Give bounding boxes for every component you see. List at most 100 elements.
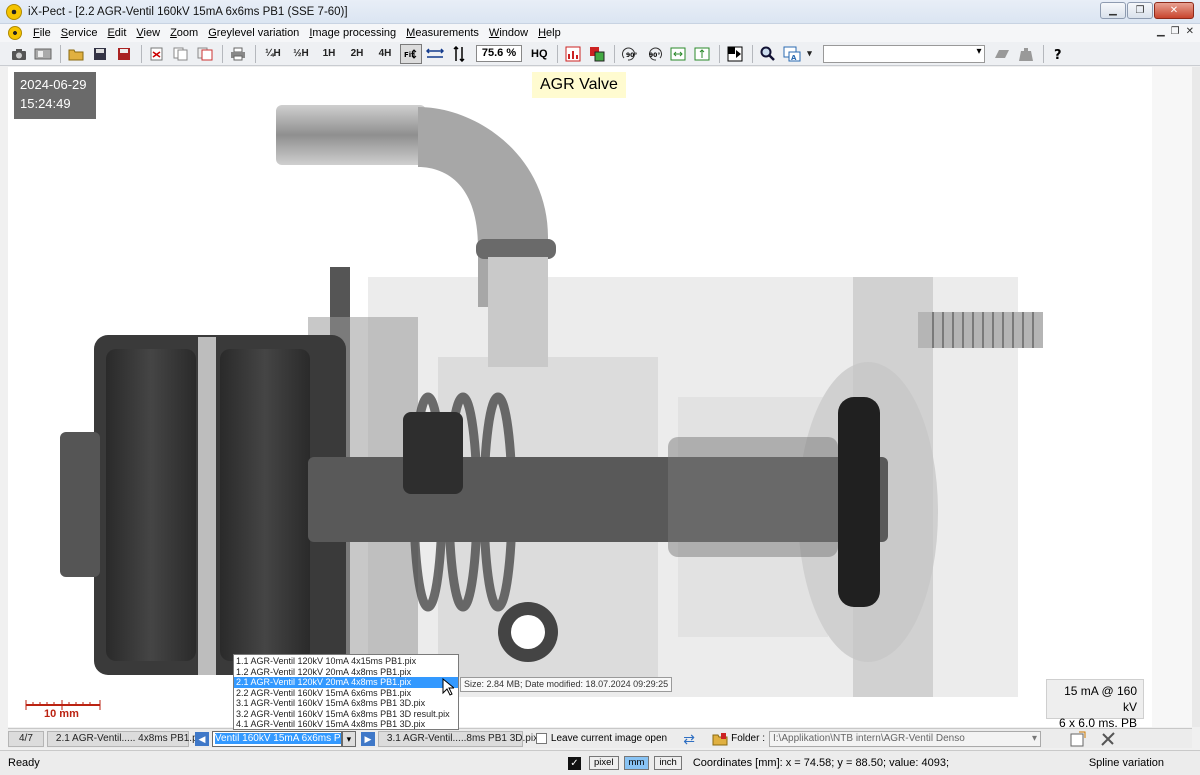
mdi-restore-button[interactable]: ❐: [1171, 26, 1180, 37]
tab-next-image[interactable]: 3.1 AGR-Ventil.....8ms PB1 3D.pix: [377, 730, 538, 747]
maximize-button[interactable]: ❐: [1127, 2, 1153, 19]
zoom-value-field[interactable]: 75.6 %: [476, 45, 522, 62]
cut-icon[interactable]: [146, 44, 168, 64]
image-label[interactable]: AGR Valve: [532, 72, 626, 98]
chevron-down-icon[interactable]: ▾: [341, 730, 356, 747]
folder-label: Folder :: [731, 733, 765, 744]
layers-icon[interactable]: [991, 44, 1013, 64]
export-icon[interactable]: [1067, 729, 1089, 749]
capture-settings-icon[interactable]: [32, 44, 54, 64]
close-button[interactable]: ✕: [1154, 2, 1194, 19]
save-icon[interactable]: [89, 44, 111, 64]
chevron-down-icon[interactable]: ▾: [805, 44, 815, 64]
coordinates-readout: Coordinates [mm]: x = 74.58; y = 88.50; …: [692, 757, 950, 769]
annotation-select[interactable]: [822, 44, 985, 63]
zoom-2x-button[interactable]: 2H: [344, 44, 370, 64]
menu-service[interactable]: Service: [56, 27, 103, 39]
mdi-minimize-button[interactable]: ▁: [1157, 26, 1165, 37]
vertical-scrollbar[interactable]: [1192, 67, 1200, 727]
minimize-button[interactable]: ▁: [1100, 2, 1126, 19]
menu-measurements[interactable]: Measurements: [401, 27, 484, 39]
folder-path-field[interactable]: I:\Applikation\NTB intern\AGR-Ventil Den…: [769, 730, 1041, 747]
exposure-current-voltage: 15 mA @ 160 kV: [1064, 684, 1137, 714]
paste-icon[interactable]: [194, 44, 216, 64]
histogram-icon[interactable]: [562, 44, 584, 64]
file-list-dropdown[interactable]: 1.1 AGR-Ventil 120kV 10mA 4x15ms PB1.pix…: [233, 654, 459, 730]
fit-width-icon[interactable]: [424, 44, 446, 64]
menu-edit[interactable]: Edit: [102, 27, 131, 39]
text-annotation-icon[interactable]: A: [781, 44, 803, 64]
menu-file[interactable]: File: [28, 27, 56, 39]
print-icon[interactable]: [227, 44, 249, 64]
status-ready: Ready: [8, 757, 40, 769]
copy-icon[interactable]: [170, 44, 192, 64]
file-list-item[interactable]: 2.2 AGR-Ventil 160kV 15mA 6x6ms PB1.pix: [234, 688, 458, 699]
document-radiation-icon[interactable]: [8, 26, 22, 40]
svg-text:90°: 90°: [626, 52, 637, 59]
fit-window-icon[interactable]: Fit: [400, 43, 422, 64]
file-list-item[interactable]: 3.1 AGR-Ventil 160kV 15mA 6x8ms PB1 3D.p…: [234, 698, 458, 709]
unit-mm-button[interactable]: mm: [623, 756, 650, 770]
window-controls: ▁ ❐ ✕: [1100, 2, 1194, 19]
image-viewer[interactable]: 2024-06-29 15:24:49 AGR Valve 15 mA @ 16…: [8, 67, 1152, 727]
checkmark-icon[interactable]: ✓: [568, 756, 581, 770]
image-compare-icon[interactable]: [586, 44, 608, 64]
zoom-quarter-button[interactable]: ¼H: [260, 44, 286, 64]
menu-greylevel-variation[interactable]: Greylevel variation: [203, 27, 304, 39]
menu-view[interactable]: View: [131, 27, 165, 39]
toolbar-separator: [613, 44, 615, 63]
file-list-item[interactable]: 4.1 AGR-Ventil 160kV 15mA 4x8ms PB1 3D.p…: [234, 719, 458, 730]
zoom-4x-button[interactable]: 4H: [372, 44, 398, 64]
rotate-left-icon[interactable]: 90°: [619, 44, 641, 64]
open-folder-icon[interactable]: [65, 44, 87, 64]
file-list-item[interactable]: 1.2 AGR-Ventil 120kV 20mA 4x8ms PB1.pix: [234, 667, 458, 678]
weight-icon[interactable]: [1015, 44, 1037, 64]
zoom-1x-button[interactable]: 1H: [316, 44, 342, 64]
previous-arrow-icon[interactable]: ◀: [194, 731, 209, 746]
toolbar-separator: [718, 44, 720, 63]
rotate-right-icon[interactable]: 90°: [643, 44, 665, 64]
status-bar: Ready ✓ pixel mm inch Coordinates [mm]: …: [0, 750, 1200, 775]
zoom-half-button[interactable]: ½H: [288, 44, 314, 64]
menu-window[interactable]: Window: [484, 27, 533, 39]
status-mode: Spline variation: [1088, 757, 1165, 769]
magnifier-icon[interactable]: [757, 44, 779, 64]
mirror-horizontal-icon[interactable]: [667, 44, 689, 64]
help-icon[interactable]: ?: [1048, 44, 1070, 64]
refresh-icon[interactable]: ⇄: [681, 731, 697, 747]
exposure-info-box: 15 mA @ 160 kV 6 x 6.0 ms, PB 1: [1046, 679, 1144, 727]
hq-button[interactable]: HQ: [526, 48, 553, 60]
mdi-controls: ▁ ❐ ✕: [1157, 26, 1194, 37]
svg-text:?: ?: [1054, 48, 1062, 62]
toolbar-separator: [556, 44, 558, 63]
menu-image-processing[interactable]: Image processing: [304, 27, 401, 39]
menu-zoom[interactable]: Zoom: [165, 27, 203, 39]
unit-inch-button[interactable]: inch: [654, 756, 682, 770]
leave-open-checkbox[interactable]: [535, 733, 547, 744]
camera-icon[interactable]: [8, 44, 30, 64]
unit-pixel-button[interactable]: pixel: [589, 756, 619, 770]
scale-label: 10 mm: [44, 708, 79, 720]
toolbar-separator: [1042, 44, 1044, 63]
file-list-item[interactable]: 1.1 AGR-Ventil 120kV 10mA 4x15ms PB1.pix: [234, 656, 458, 667]
next-arrow-icon[interactable]: ▶: [360, 731, 375, 746]
mdi-close-button[interactable]: ✕: [1186, 26, 1194, 37]
folder-browse-icon[interactable]: [711, 729, 729, 749]
window-title: iX-Pect - [2.2 AGR-Ventil 160kV 15mA 6x6…: [28, 5, 348, 18]
mirror-vertical-icon[interactable]: [691, 44, 713, 64]
menu-help[interactable]: Help: [533, 27, 566, 39]
capture-date: 2024-06-29: [20, 77, 87, 92]
fit-height-icon[interactable]: [448, 44, 470, 64]
save-as-icon[interactable]: [113, 44, 135, 64]
title-bar: iX-Pect - [2.2 AGR-Ventil 160kV 15mA 6x6…: [0, 0, 1200, 24]
tools-icon[interactable]: [1097, 729, 1119, 749]
current-file-field[interactable]: Ventil 160kV 15mA 6x6ms PB1.pix: [211, 730, 342, 747]
image-tab-bar: 4/7 2.1 AGR-Ventil..... 4x8ms PB1.pix ◀ …: [8, 728, 1192, 748]
tab-previous-image[interactable]: 2.1 AGR-Ventil..... 4x8ms PB1.pix: [46, 730, 205, 747]
file-list-item[interactable]: 3.2 AGR-Ventil 160kV 15mA 6x8ms PB1 3D r…: [234, 709, 458, 720]
toolbar: ¼H ½H 1H 2H 4H Fit 75.6 % HQ 90° 90° A ▾: [0, 42, 1200, 66]
radiation-icon[interactable]: [6, 3, 22, 20]
file-list-item-selected[interactable]: 2.1 AGR-Ventil 120kV 20mA 4x8ms PB1.pix: [234, 677, 458, 688]
crop-icon[interactable]: [724, 44, 746, 64]
current-file-name: Ventil 160kV 15mA 6x6ms PB1.pix: [214, 732, 341, 744]
